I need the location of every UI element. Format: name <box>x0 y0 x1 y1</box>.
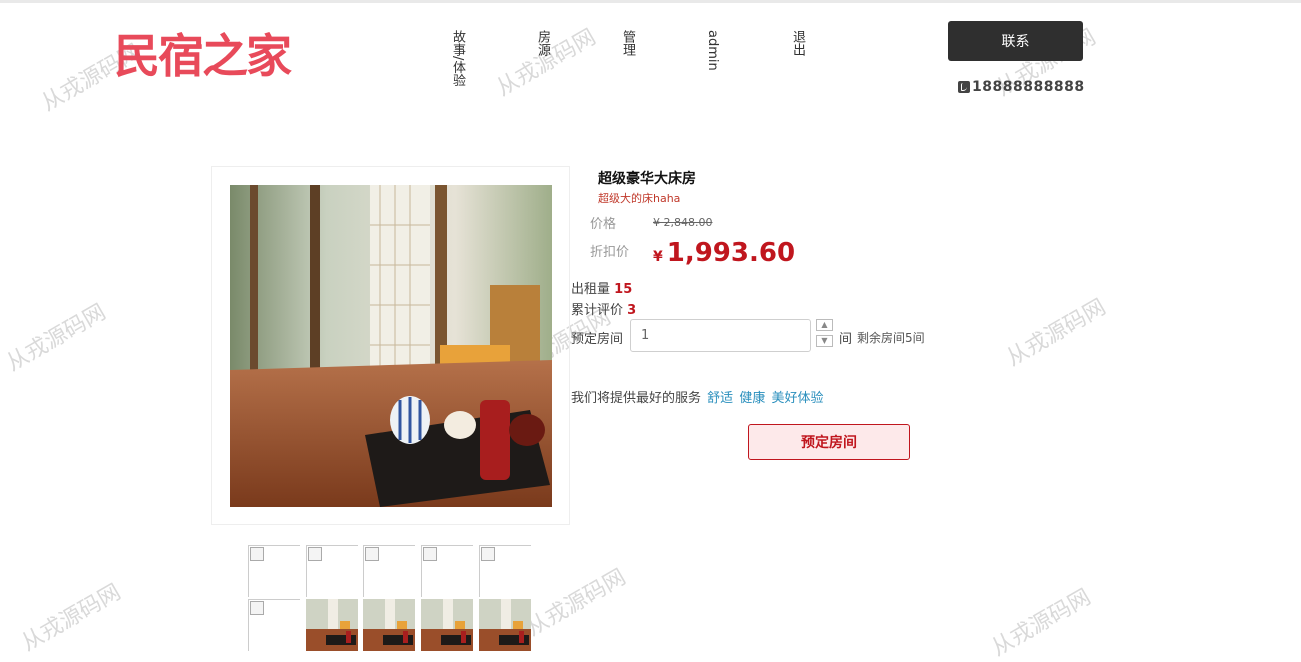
thumbnail[interactable] <box>248 599 300 651</box>
service-tag: 舒适 <box>707 391 734 406</box>
phone-icon <box>958 81 970 93</box>
thumbnail[interactable] <box>248 545 300 597</box>
room-subtitle: 超级大的床haha <box>598 192 681 205</box>
thumbnail[interactable] <box>421 545 473 597</box>
contact-button[interactable]: 联系 <box>948 21 1083 61</box>
rent-value: 15 <box>614 282 633 297</box>
discount-label: 折扣价 <box>590 245 630 260</box>
nav-listings[interactable]: 房源 <box>535 30 550 56</box>
broken-image-icon <box>308 547 322 561</box>
thumbnail[interactable] <box>306 545 358 597</box>
service-tag: 美好体验 <box>771 391 824 406</box>
thumbnail[interactable] <box>421 599 473 651</box>
phone-number: 18888888888 <box>972 79 1085 95</box>
quantity-unit: 间 <box>839 332 853 347</box>
watermark: 从戎源码网 <box>522 564 631 642</box>
price-label: 价格 <box>590 217 617 232</box>
broken-image-icon <box>250 601 264 615</box>
thumbnail[interactable] <box>479 545 531 597</box>
watermark: 从戎源码网 <box>17 579 126 657</box>
room-title: 超级豪华大床房 <box>598 171 696 187</box>
phone-info: 18888888888 <box>958 79 1085 95</box>
thumbnail[interactable] <box>363 599 415 651</box>
review-value: 3 <box>627 303 637 318</box>
quantity-increment[interactable]: ▲ <box>816 319 833 331</box>
rent-label: 出租量 <box>571 282 611 297</box>
price-value: 1,993.60 <box>666 238 796 268</box>
nav-story[interactable]: 故事/体验 <box>450 30 465 86</box>
thumbnail[interactable] <box>306 599 358 651</box>
broken-image-icon <box>481 547 495 561</box>
currency-symbol: ¥ <box>653 249 663 265</box>
discount-price: ¥1,993.60 <box>653 238 795 268</box>
broken-image-icon <box>365 547 379 561</box>
broken-image-icon <box>423 547 437 561</box>
nav-user[interactable]: admin <box>705 30 720 71</box>
rent-count: 出租量 15 <box>571 278 632 297</box>
room-photo <box>230 185 552 507</box>
service-tag: 健康 <box>739 391 766 406</box>
thumbnail[interactable] <box>479 599 531 651</box>
quantity-decrement[interactable]: ▼ <box>816 335 833 347</box>
service-line: 我们将提供最好的服务 舒适 健康 美好体验 <box>571 387 823 406</box>
review-count: 累计评价 3 <box>571 299 636 318</box>
nav-logout[interactable]: 退出 <box>790 30 805 56</box>
broken-image-icon <box>250 547 264 561</box>
watermark: 从戎源码网 <box>1002 294 1111 372</box>
thumbnail[interactable] <box>363 545 415 597</box>
quantity-input[interactable] <box>630 319 811 352</box>
quantity-label: 预定房间 <box>571 332 624 347</box>
site-logo[interactable]: 民宿之家 <box>114 28 292 84</box>
remaining-rooms: 剩余房间5间 <box>857 331 925 345</box>
watermark: 从戎源码网 <box>2 299 111 377</box>
service-text: 我们将提供最好的服务 <box>571 391 702 406</box>
review-label: 累计评价 <box>571 303 624 318</box>
watermark: 从戎源码网 <box>987 584 1096 662</box>
top-border <box>0 0 1301 3</box>
nav-manage[interactable]: 管理 <box>620 30 635 56</box>
book-room-button[interactable]: 预定房间 <box>748 424 910 460</box>
original-price: ¥ 2,848.00 <box>653 216 713 229</box>
